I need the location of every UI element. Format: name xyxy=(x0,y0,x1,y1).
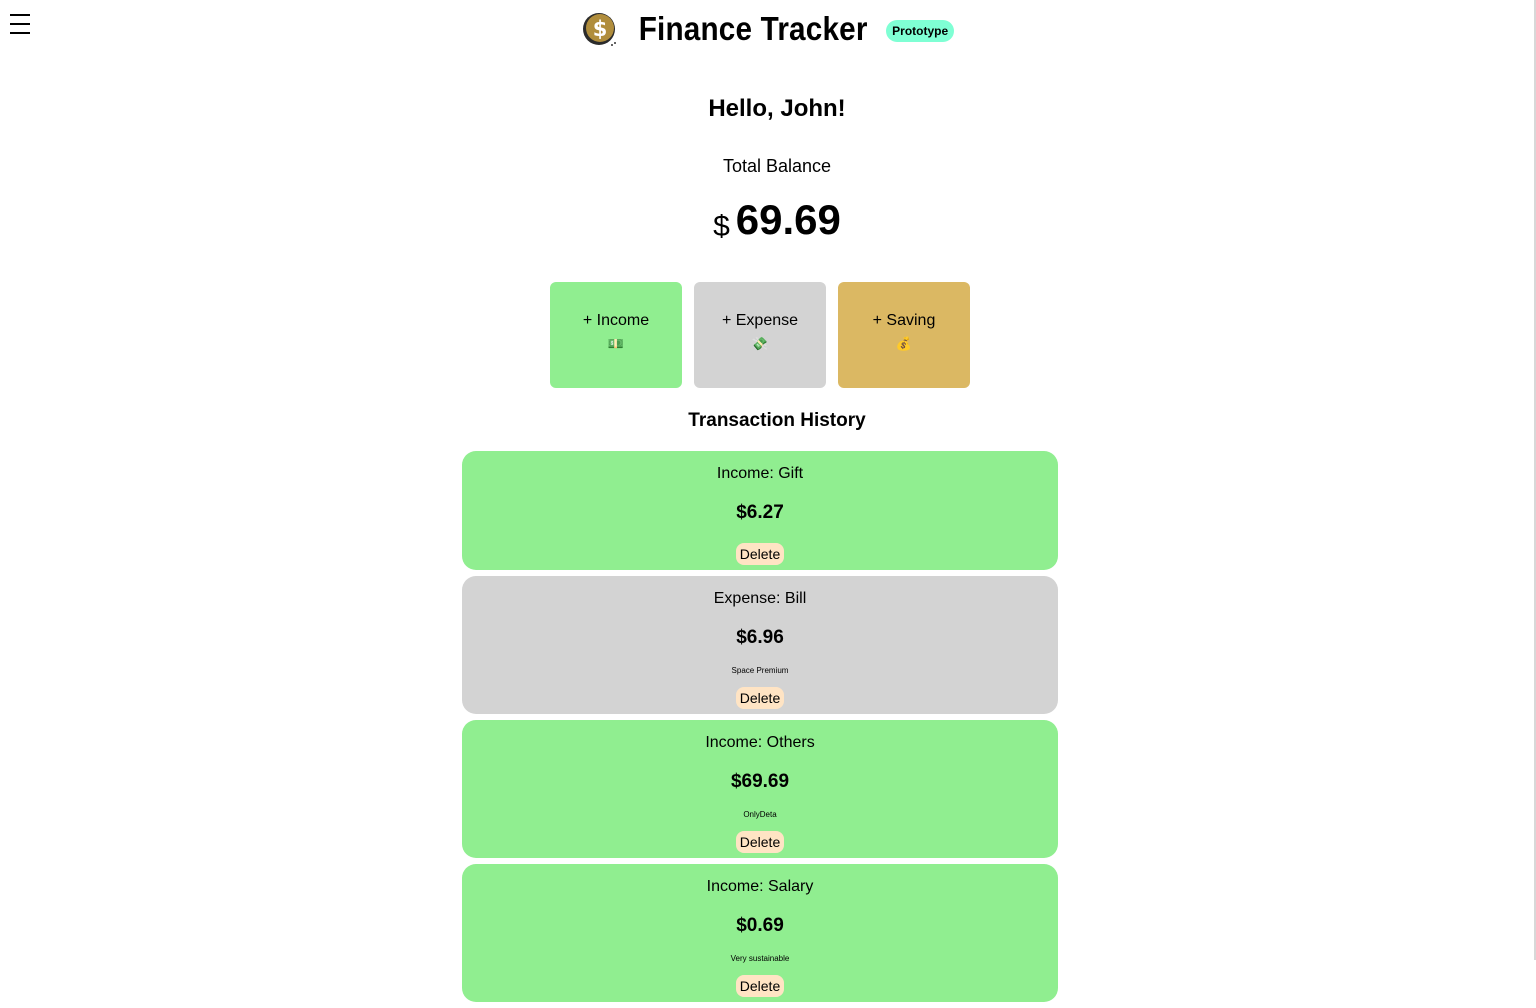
transaction-card: Income: Gift $6.27 Delete xyxy=(462,451,1058,570)
transaction-amount: $6.27 xyxy=(736,502,784,523)
money-with-wings-icon: 💸 xyxy=(751,336,769,351)
delete-button[interactable]: Delete xyxy=(735,831,785,853)
transaction-amount: $0.69 xyxy=(736,915,784,936)
delete-button[interactable]: Delete xyxy=(735,687,785,709)
money-bag-icon: 💰 xyxy=(895,336,913,351)
transaction-list: Income: Gift $6.27 Delete Expense: Bill … xyxy=(462,451,1058,1008)
currency-symbol: $ xyxy=(713,210,730,243)
add-income-label: + Income xyxy=(582,312,650,329)
transaction-kind: Income: Salary xyxy=(706,878,814,895)
delete-button[interactable]: Delete xyxy=(735,975,785,997)
transaction-card: Income: Others $69.69 OnlyDeta Delete xyxy=(462,720,1058,858)
transaction-note: Space Premium xyxy=(731,666,789,675)
transaction-note: OnlyDeta xyxy=(743,810,777,819)
svg-text:$: $ xyxy=(593,17,608,41)
add-saving-button[interactable]: + Saving 💰 xyxy=(838,282,970,388)
cash-icon: 💵 xyxy=(607,336,625,351)
transaction-card: Income: Salary $0.69 Very sustainable De… xyxy=(462,864,1058,1002)
app-title: Finance Tracker xyxy=(638,10,868,47)
transaction-card: Expense: Bill $6.96 Space Premium Delete xyxy=(462,576,1058,714)
transaction-kind: Expense: Bill xyxy=(713,590,807,607)
total-balance: $69.69 xyxy=(0,196,1536,244)
transaction-kind: Income: Gift xyxy=(716,465,804,482)
transaction-amount: $69.69 xyxy=(730,771,790,792)
add-income-button[interactable]: + Income 💵 xyxy=(550,282,682,388)
transaction-amount: $6.96 xyxy=(736,627,784,648)
transaction-kind: Income: Others xyxy=(705,734,815,751)
balance-label: Total Balance xyxy=(722,156,832,176)
action-buttons: + Income 💵 + Expense 💸 + Saving 💰 xyxy=(550,282,970,388)
prototype-badge: Prototype xyxy=(886,20,955,42)
dollar-coin-icon: $ xyxy=(582,12,616,46)
add-saving-label: + Saving xyxy=(872,312,936,329)
delete-button[interactable]: Delete xyxy=(735,543,785,565)
add-expense-label: + Expense xyxy=(721,312,799,329)
app-header: $ Finance Tracker Prototype xyxy=(0,10,1536,48)
balance-amount: 69.69 xyxy=(735,196,841,243)
greeting: Hello, John! xyxy=(708,95,846,122)
transaction-history-title: Transaction History xyxy=(688,410,866,431)
transaction-note: Very sustainable xyxy=(730,954,790,963)
add-expense-button[interactable]: + Expense 💸 xyxy=(694,282,826,388)
